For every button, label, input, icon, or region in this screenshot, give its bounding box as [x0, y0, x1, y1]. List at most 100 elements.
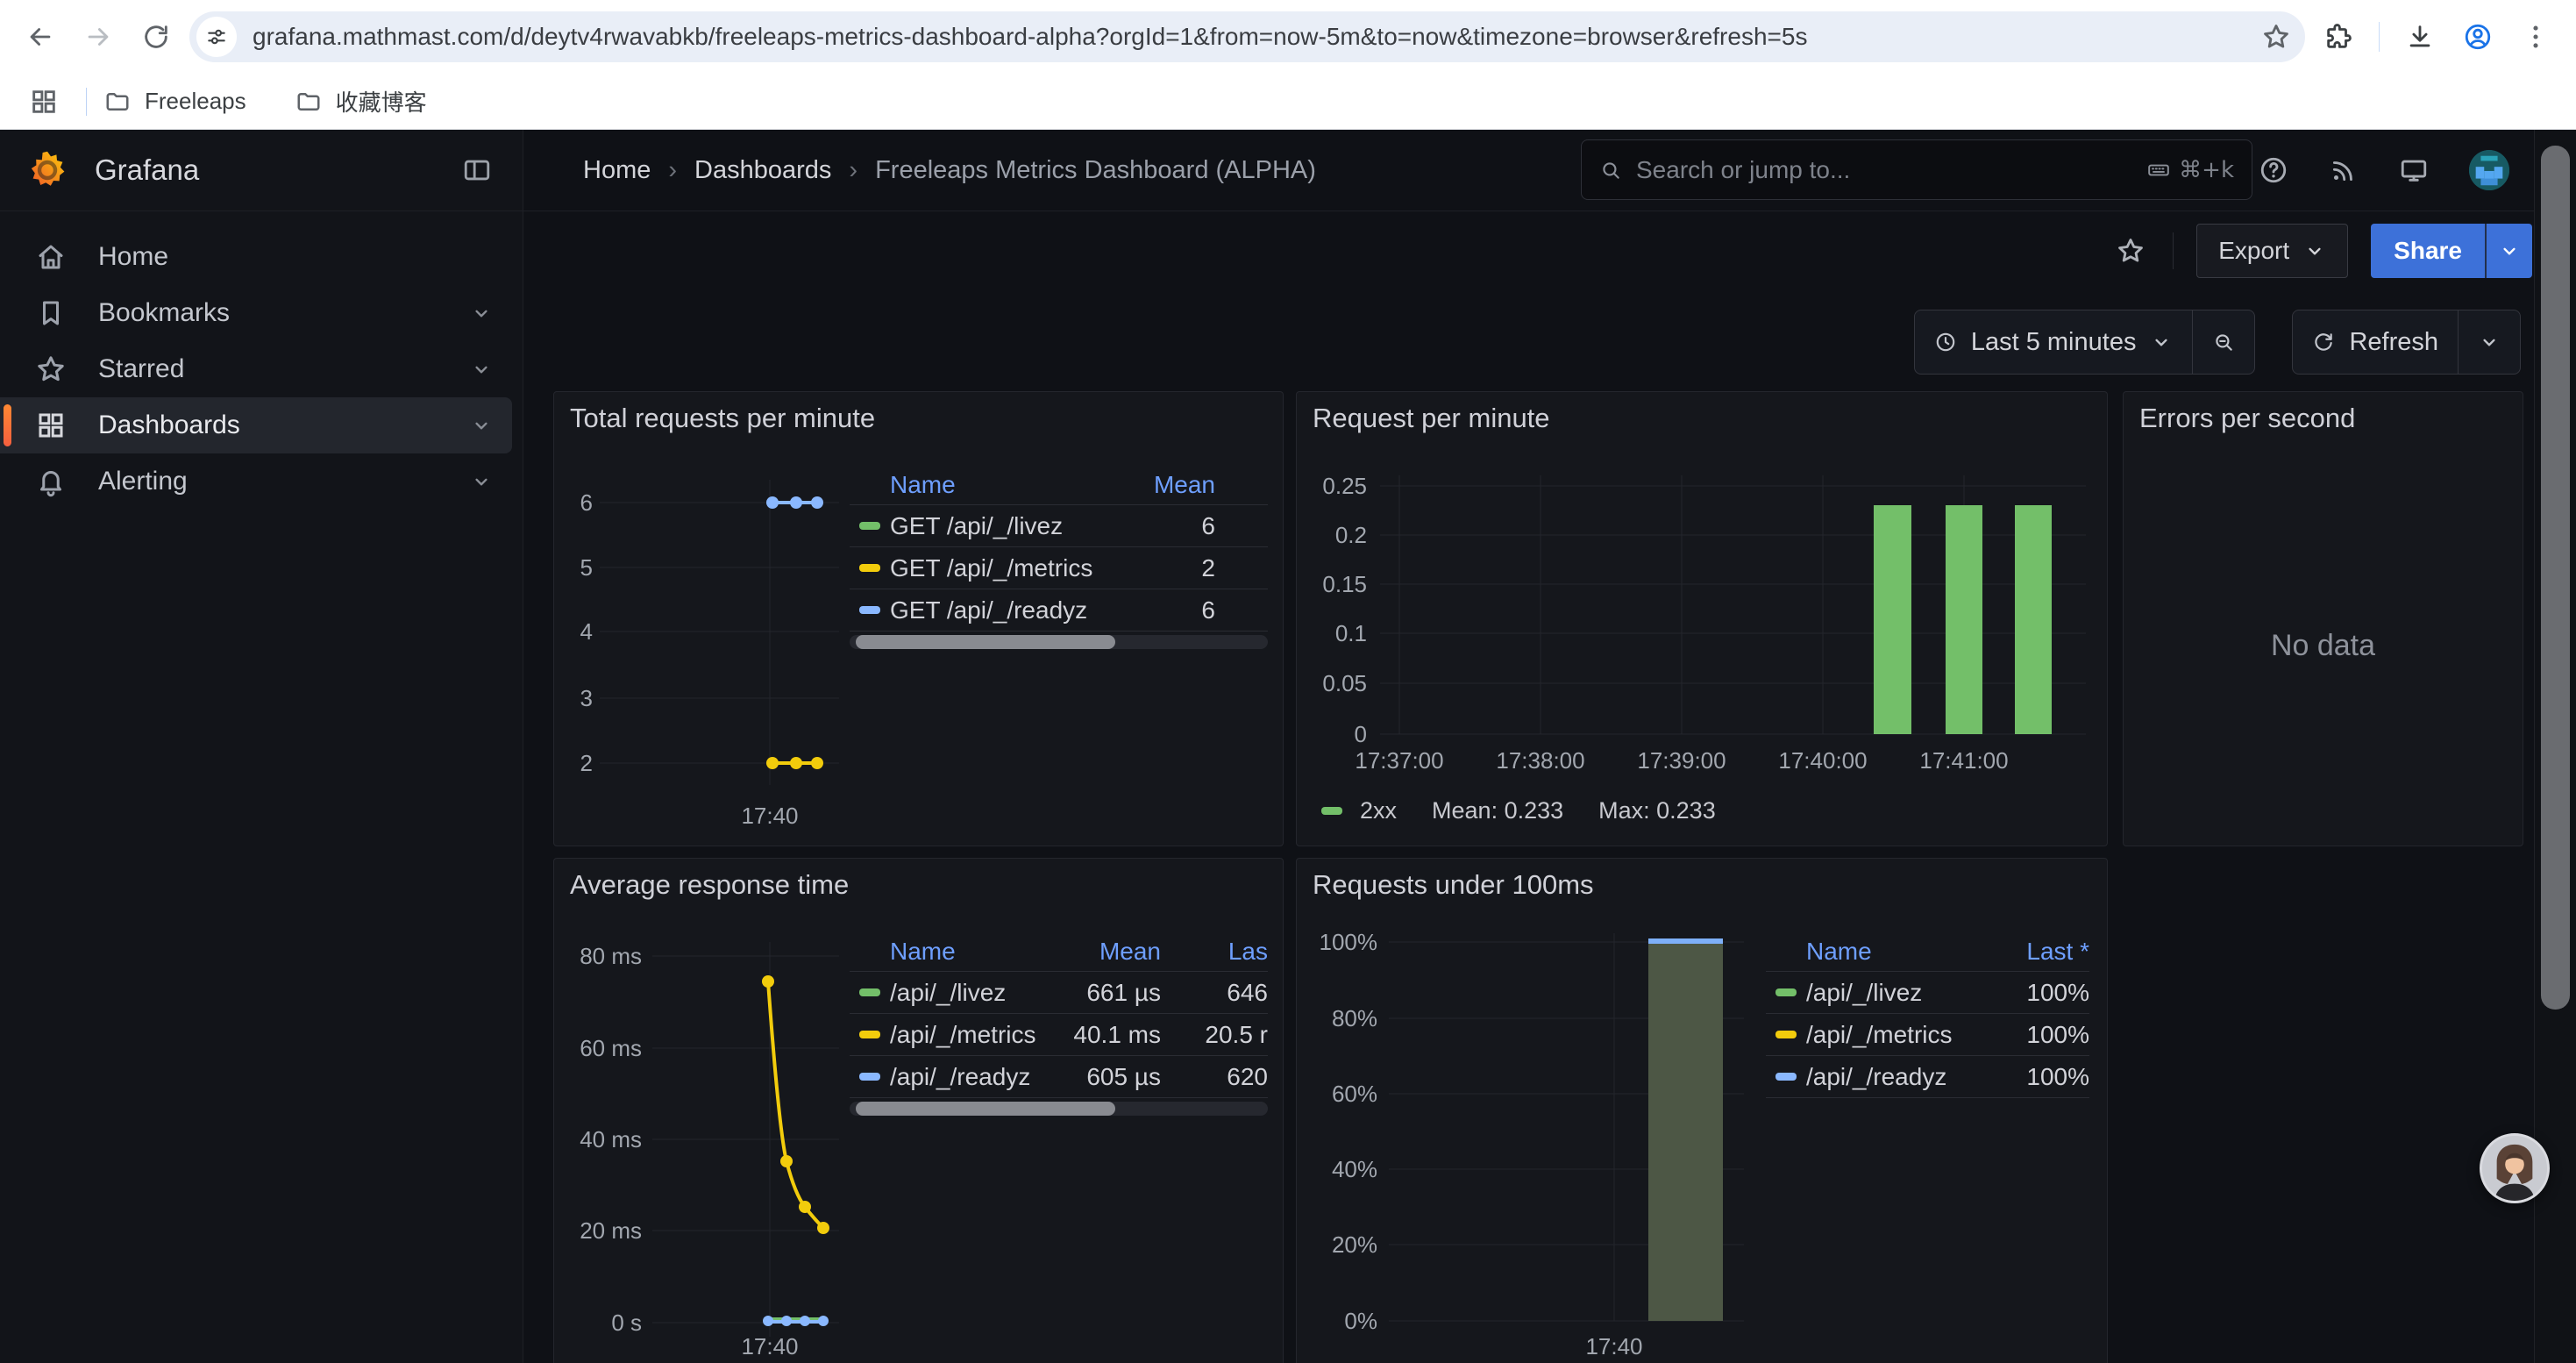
user-avatar[interactable] [2469, 150, 2509, 190]
forward-button[interactable] [74, 12, 123, 61]
svg-text:0 s: 0 s [611, 1309, 642, 1336]
breadcrumb-separator: › [668, 156, 677, 185]
series-name[interactable]: /api/_/readyz [1806, 1063, 1984, 1091]
refresh-button[interactable]: Refresh [2293, 310, 2458, 374]
legend-header-row: Name Mean Las [850, 932, 1268, 972]
extensions-button[interactable] [2314, 12, 2363, 61]
sidebar-item-home[interactable]: Home [0, 229, 512, 285]
series-name[interactable]: /api/_/readyz [890, 1063, 1047, 1091]
sidebar-item-alerting[interactable]: Alerting [0, 453, 512, 510]
scrollbar-thumb[interactable] [856, 635, 1115, 649]
refresh-interval-button[interactable] [2459, 310, 2520, 374]
legend-table: Name Mean GET /api/_/livez 6 GET /api/_/… [850, 466, 1268, 632]
series-name[interactable]: GET /api/_/readyz [890, 596, 1101, 624]
series-mean: 2 [1101, 554, 1215, 582]
column-header-last[interactable]: Las [1161, 938, 1268, 966]
search-input[interactable] [1634, 155, 2147, 185]
chevron-down-icon[interactable] [470, 470, 493, 493]
sidebar-item-dashboards[interactable]: Dashboards [0, 397, 512, 453]
display-button[interactable] [2399, 155, 2429, 185]
breadcrumb-home[interactable]: Home [583, 156, 651, 185]
toolbar-divider [2379, 22, 2380, 52]
share-button[interactable]: Share [2371, 224, 2485, 278]
sidebar-item-bookmarks[interactable]: Bookmarks [0, 285, 512, 341]
scrollbar-thumb[interactable] [2541, 146, 2570, 1010]
legend-row-readyz[interactable]: GET /api/_/readyz 6 [850, 589, 1268, 632]
help-button[interactable] [2259, 155, 2288, 185]
news-rss-button[interactable] [2329, 155, 2359, 185]
favorite-star-button[interactable] [2111, 232, 2150, 270]
svg-text:0%: 0% [1344, 1308, 1377, 1334]
search-box[interactable]: ⌘+k [1581, 139, 2252, 200]
bookmark-star-icon[interactable] [2254, 15, 2298, 59]
legend-row-livez[interactable]: /api/_/livez 661 µs 646 [850, 972, 1268, 1014]
chevron-down-icon[interactable] [470, 302, 493, 325]
column-header-last[interactable]: Last * [1984, 938, 2089, 966]
svg-text:17:40: 17:40 [741, 1333, 798, 1359]
bookmark-icon [35, 297, 67, 329]
svg-text:20%: 20% [1332, 1231, 1377, 1258]
legend-table: Name Last * /api/_/livez 100% /api/_/met… [1766, 932, 2089, 1098]
column-header-mean[interactable]: Mean [1047, 938, 1161, 966]
svg-text:6: 6 [580, 489, 593, 516]
url-text[interactable]: grafana.mathmast.com/d/deytv4rwavabkb/fr… [253, 23, 2254, 51]
sidebar-brand-row: Grafana [0, 130, 523, 211]
back-button[interactable] [16, 12, 65, 61]
series-last: 646 [1161, 979, 1268, 1007]
url-bar[interactable]: grafana.mathmast.com/d/deytv4rwavabkb/fr… [189, 11, 2305, 62]
series-name[interactable]: /api/_/metrics [890, 1021, 1047, 1049]
series-name[interactable]: /api/_/livez [1806, 979, 1984, 1007]
sidebar-item-starred[interactable]: Starred [0, 341, 512, 397]
share-menu-button[interactable] [2485, 224, 2532, 278]
scrollbar-thumb[interactable] [856, 1102, 1115, 1116]
series-name[interactable]: /api/_/metrics [1806, 1021, 1984, 1049]
series-mean: 6 [1101, 512, 1215, 540]
avatar-pixel-art [2469, 150, 2509, 190]
folder-icon [104, 89, 131, 115]
sidebar-collapse-button[interactable] [458, 151, 496, 189]
site-settings-icon[interactable] [196, 17, 237, 57]
legend-row-readyz[interactable]: /api/_/readyz 605 µs 620 [850, 1056, 1268, 1098]
legend-row-metrics[interactable]: /api/_/metrics 100% [1766, 1014, 2089, 1056]
column-header-name[interactable]: Name [1806, 938, 1984, 966]
browser-profile-button[interactable] [2453, 12, 2502, 61]
time-range-picker[interactable]: Last 5 minutes [1915, 310, 2193, 374]
legend-row-readyz[interactable]: /api/_/readyz 100% [1766, 1056, 2089, 1098]
zoom-out-button[interactable] [2193, 310, 2254, 374]
legend-row-livez[interactable]: /api/_/livez 100% [1766, 972, 2089, 1014]
breadcrumb-dashboards[interactable]: Dashboards [694, 156, 831, 185]
panel-title[interactable]: Errors per second [2139, 403, 2355, 434]
browser-menu-button[interactable] [2511, 12, 2560, 61]
reload-button[interactable] [132, 12, 181, 61]
brand-title: Grafana [95, 153, 458, 187]
series-swatch-blue [859, 1073, 880, 1081]
svg-text:60%: 60% [1332, 1081, 1377, 1107]
legend-hscrollbar[interactable] [850, 1102, 1268, 1116]
series-mean: 661 µs [1047, 979, 1161, 1007]
active-accent-bar [4, 404, 11, 446]
apps-grid-icon[interactable] [23, 81, 65, 123]
series-max: Max: 0.233 [1598, 797, 1716, 824]
bookmark-folder-blogs[interactable]: 收藏博客 [295, 85, 427, 118]
legend-row-metrics[interactable]: GET /api/_/metrics 2 [850, 547, 1268, 589]
svg-text:40%: 40% [1332, 1156, 1377, 1182]
series-name[interactable]: GET /api/_/metrics [890, 554, 1101, 582]
series-swatch-yellow [1775, 1031, 1797, 1038]
series-name[interactable]: 2xx [1360, 797, 1397, 824]
legend-row-metrics[interactable]: /api/_/metrics 40.1 ms 20.5 r [850, 1014, 1268, 1056]
export-button[interactable]: Export [2196, 224, 2348, 278]
svg-text:0.2: 0.2 [1335, 522, 1367, 548]
legend-row-livez[interactable]: GET /api/_/livez 6 [850, 505, 1268, 547]
column-header-mean[interactable]: Mean [1101, 471, 1215, 499]
series-name[interactable]: /api/_/livez [890, 979, 1047, 1007]
legend-hscrollbar[interactable] [850, 635, 1268, 649]
series-name[interactable]: GET /api/_/livez [890, 512, 1101, 540]
floating-assistant-avatar[interactable] [2480, 1133, 2550, 1203]
downloads-button[interactable] [2395, 12, 2444, 61]
bookmark-folder-freeleaps[interactable]: Freeleaps [104, 88, 246, 115]
chevron-down-icon[interactable] [470, 358, 493, 381]
chevron-down-icon[interactable] [470, 414, 493, 437]
column-header-name[interactable]: Name [890, 471, 1101, 499]
grafana-logo[interactable] [26, 149, 68, 191]
column-header-name[interactable]: Name [890, 938, 1047, 966]
